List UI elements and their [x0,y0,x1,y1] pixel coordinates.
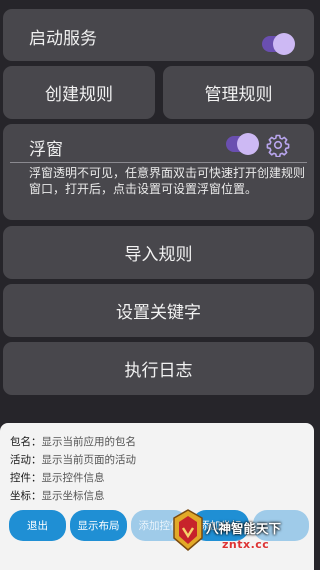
start-service-card[interactable]: 启动服务 [3,9,314,61]
toggle-knob [237,133,259,155]
import-rule-label: 导入规则 [124,245,193,265]
package-name-value: 显示当前应用的包名 [41,436,137,448]
set-keywords-label: 设置关键字 [116,303,201,323]
execution-log-label: 执行日志 [124,361,193,381]
inspector-panel: 包名：显示当前应用的包名 活动：显示当前页面的活动 控件：显示控件信息 坐标：显… [0,423,314,570]
add-coordinate-button[interactable]: 添加坐标 [192,510,249,541]
coordinate-value: 显示坐标信息 [41,490,105,502]
import-rule-button[interactable]: 导入规则 [3,226,314,279]
show-layout-button[interactable]: 显示布局 [70,510,127,541]
manage-rule-button[interactable]: 管理规则 [163,66,314,119]
control-line: 控件：显示控件信息 [10,472,105,484]
extra-button[interactable] [253,510,309,541]
coordinate-line: 坐标：显示坐标信息 [10,490,105,502]
create-rule-label: 创建规则 [45,85,113,105]
floating-window-toggle[interactable] [226,133,259,155]
gear-icon[interactable] [266,133,290,157]
add-control-button[interactable]: 添加控件 [131,510,188,541]
package-name-line: 包名：显示当前应用的包名 [10,436,137,448]
activity-value: 显示当前页面的活动 [41,454,137,466]
toggle-knob [273,33,295,55]
floating-window-description: 浮窗透明不可见，任意界面双击可快速打开创建规则窗口，打开后，点击设置可设置浮窗位… [29,166,306,196]
start-service-toggle[interactable] [262,33,295,55]
start-service-label: 启动服务 [29,29,97,49]
create-rule-button[interactable]: 创建规则 [3,66,155,119]
control-value: 显示控件信息 [41,472,105,484]
floating-window-card: 浮窗 浮窗透明不可见，任意界面双击可快速打开创建规则窗口，打开后，点击设置可设置… [3,124,314,220]
activity-line: 活动：显示当前页面的活动 [10,454,137,466]
floating-window-label: 浮窗 [29,140,63,160]
execution-log-button[interactable]: 执行日志 [3,342,314,395]
divider [10,162,307,163]
manage-rule-label: 管理规则 [204,85,273,105]
exit-button[interactable]: 退出 [9,510,66,541]
set-keywords-button[interactable]: 设置关键字 [3,284,314,337]
